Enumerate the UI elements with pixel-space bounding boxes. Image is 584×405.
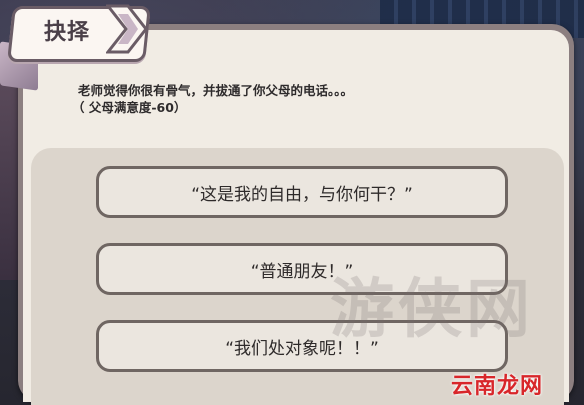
site-logo: 云南龙网 <box>451 374 544 399</box>
watermark-text: 游侠网 <box>330 273 534 347</box>
effect-text: （ 父母满意度-60） <box>72 100 187 115</box>
dialog-message: 老师觉得你很有骨气，并拔通了你父母的电话。。。 （ 父母满意度-60） <box>72 82 354 116</box>
message-text: 老师觉得你很有骨气，并拔通了你父母的电话。。。 <box>78 83 354 98</box>
dialog-title: 抉择 <box>44 20 91 45</box>
option-button-1[interactable]: “这是我的自由，与你何干？” <box>96 166 508 218</box>
title-arrow-icon <box>106 4 148 54</box>
